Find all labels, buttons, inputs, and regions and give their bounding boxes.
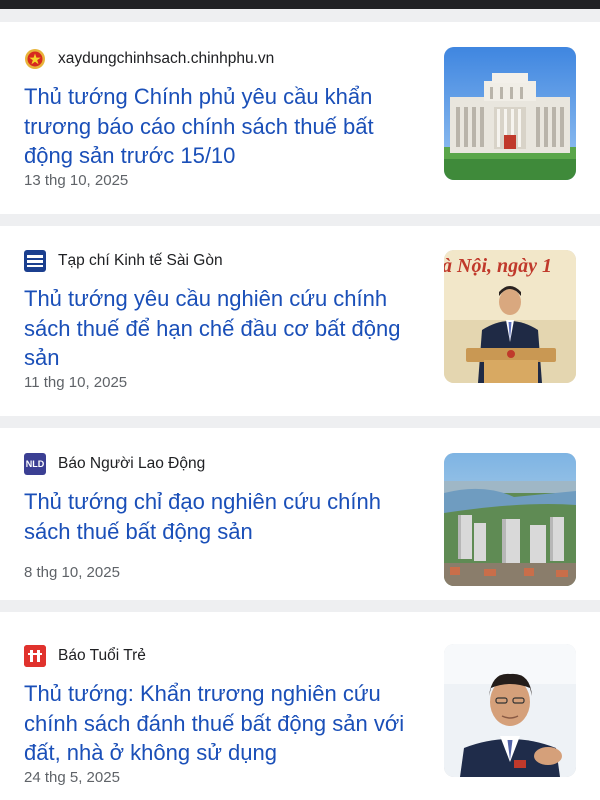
headline-link[interactable]: Thủ tướng Chính phủ yêu cầu khẩn trương …: [24, 82, 424, 171]
tuoi-tre-logo-icon: [24, 645, 46, 667]
news-card[interactable]: Báo Tuổi Trẻ Thủ tướng: Khẩn trương nghi…: [0, 612, 600, 800]
publish-date: 24 thg 5, 2025: [24, 769, 120, 786]
city-skyline-image[interactable]: [444, 453, 576, 586]
ktsg-logo-icon: [24, 250, 46, 272]
government-building-image[interactable]: [444, 47, 576, 180]
source-name: Báo Tuổi Trẻ: [58, 647, 146, 664]
nld-logo-text: NLD: [25, 459, 45, 469]
headline-link[interactable]: Thủ tướng: Khẩn trương nghiên cứu chính …: [24, 679, 424, 768]
publish-date: 8 thg 10, 2025: [24, 564, 120, 581]
nld-logo-icon: NLD: [24, 453, 46, 475]
news-card[interactable]: NLD Báo Người Lao Động Thủ tướng chỉ đạo…: [0, 428, 600, 600]
source-name: Báo Người Lao Động: [58, 455, 206, 472]
source-row: NLD Báo Người Lao Động: [24, 453, 205, 475]
headline-link[interactable]: Thủ tướng chỉ đạo nghiên cứu chính sách …: [24, 487, 424, 546]
publish-date: 11 thg 10, 2025: [24, 374, 128, 391]
vietnam-emblem-icon: [24, 48, 46, 70]
thumbnail-banner-text: à Nội, ngày 1: [444, 255, 552, 277]
source-row: xaydungchinhsach.chinhphu.vn: [24, 48, 274, 70]
source-row: Báo Tuổi Trẻ: [24, 645, 146, 667]
news-card[interactable]: Tạp chí Kinh tế Sài Gòn Thủ tướng yêu cầ…: [0, 226, 600, 416]
source-name: xaydungchinhsach.chinhphu.vn: [58, 50, 275, 67]
publish-date: 13 thg 10, 2025: [24, 172, 129, 189]
source-row: Tạp chí Kinh tế Sài Gòn: [24, 250, 223, 272]
prime-minister-portrait-image[interactable]: [444, 644, 576, 777]
headline-link[interactable]: Thủ tướng yêu cầu nghiên cứu chính sách …: [24, 284, 424, 373]
source-name: Tạp chí Kinh tế Sài Gòn: [58, 252, 223, 269]
status-bar: [0, 0, 600, 9]
news-card[interactable]: xaydungchinhsach.chinhphu.vn Thủ tướng C…: [0, 22, 600, 214]
prime-minister-podium-image[interactable]: à Nội, ngày 1: [444, 250, 576, 383]
